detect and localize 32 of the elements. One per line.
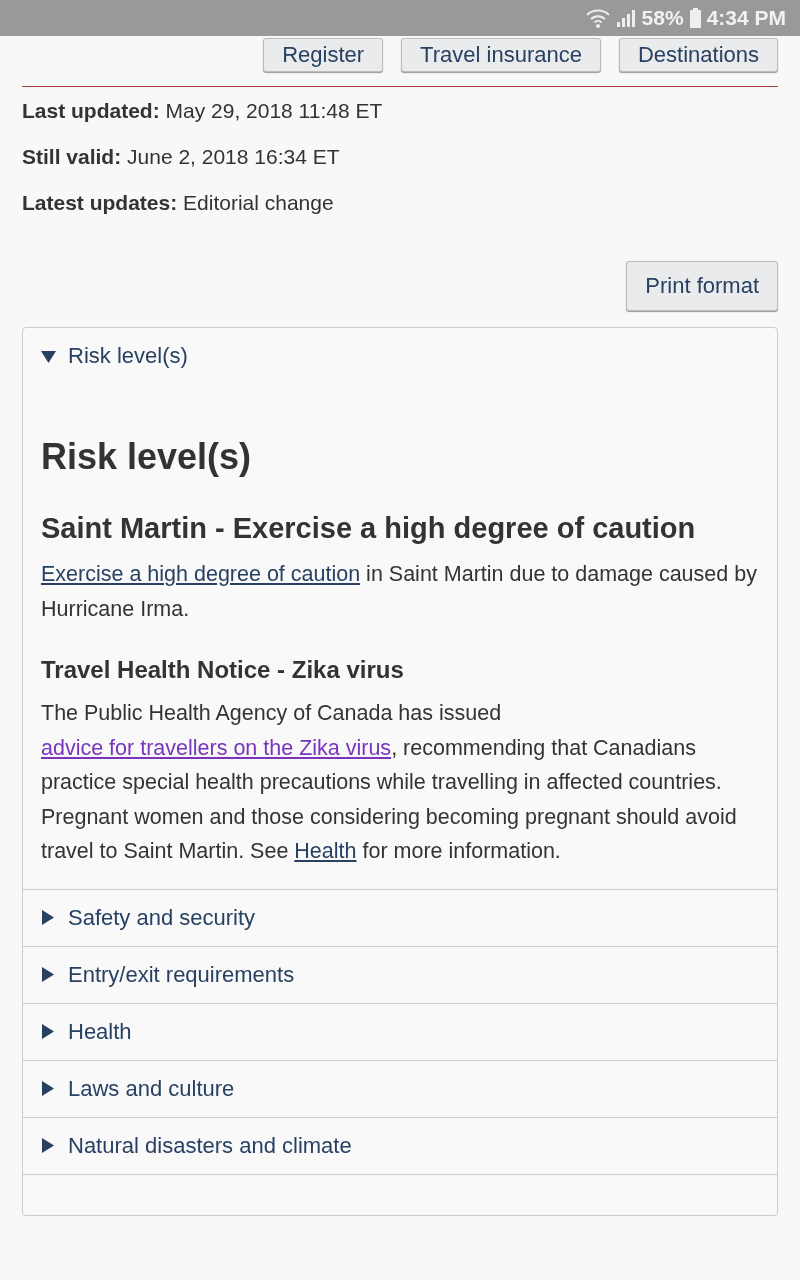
section-heading: Risk level(s) bbox=[41, 436, 253, 478]
text-link[interactable]: Exercise a high degree of caution bbox=[41, 562, 361, 586]
caret-right-icon bbox=[41, 1024, 56, 1039]
accordion-toggle[interactable]: Natural disasters and climate bbox=[23, 1117, 777, 1174]
text-link[interactable]: advice for travellers on the Zika virus bbox=[41, 735, 392, 760]
caret-down-icon bbox=[41, 348, 56, 364]
nav-button[interactable]: Travel insurance bbox=[401, 38, 601, 72]
meta-line: Still valid: June 2, 2018 16:34 ET bbox=[22, 145, 341, 169]
caret-right-icon bbox=[41, 1081, 56, 1096]
print-format-button[interactable]: Print format bbox=[626, 261, 778, 311]
paragraph: Exercise a high degree of caution in Saint Martin due to damage caused by Hurricane Irma. bbox=[41, 561, 758, 623]
section-subheading: Saint Martin - Exercise a high degree of caution bbox=[41, 512, 697, 545]
accordion-toggle[interactable]: Entry/exit requirements bbox=[23, 946, 777, 1003]
wifi-icon bbox=[585, 8, 610, 28]
nav-button[interactable]: Register bbox=[263, 38, 384, 72]
paragraph: The Public Health Agency of Canada has issued advice for travellers on the Zika virus, recommending that Canadians practice special health precautions while travelling in affected countries. Pregnant women and those considering becoming pregnant should avoid travel to Saint Martin. See Health for more information. bbox=[41, 700, 738, 865]
caret-right-icon bbox=[41, 910, 56, 925]
accordion-toggle[interactable]: Safety and security bbox=[23, 889, 777, 946]
clock-time: 4:34 PM bbox=[706, 6, 786, 30]
meta-line: Last updated: May 29, 2018 11:48 ET bbox=[22, 99, 384, 123]
caret-right-icon bbox=[41, 967, 56, 982]
battery-icon bbox=[689, 8, 701, 28]
accordion-toggle[interactable]: Health bbox=[23, 1003, 777, 1060]
text-link[interactable]: Health bbox=[294, 839, 357, 863]
accordion-toggle[interactable]: Laws and culture bbox=[23, 1060, 777, 1117]
meta-line: Latest updates: Editorial change bbox=[22, 191, 335, 215]
battery-percent: 58% bbox=[641, 6, 684, 30]
accordion-toggle[interactable]: Risk level(s) bbox=[23, 328, 777, 384]
signal-icon bbox=[615, 8, 636, 28]
caret-right-icon bbox=[41, 1138, 56, 1153]
nav-button[interactable]: Destinations bbox=[618, 38, 778, 72]
notice-heading: Travel Health Notice - Zika virus bbox=[41, 656, 405, 684]
